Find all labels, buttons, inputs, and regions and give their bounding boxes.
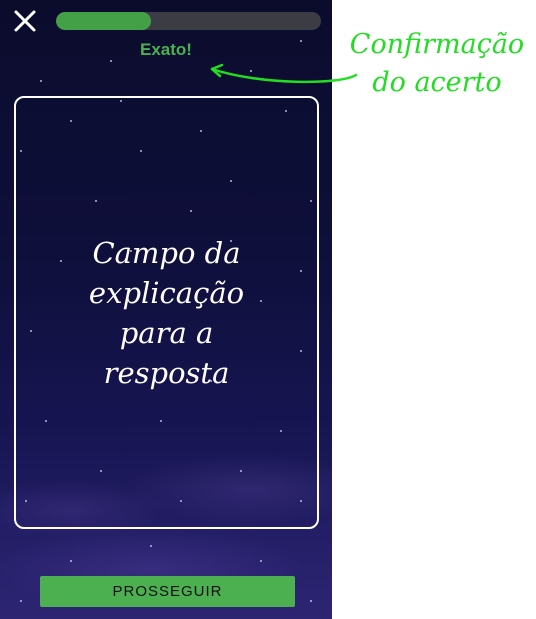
explanation-text: Campo da explicação para a resposta	[88, 235, 245, 390]
curved-arrow-icon	[210, 63, 358, 84]
progress-fill	[56, 12, 152, 30]
star-dot	[40, 80, 42, 82]
annotation-label: Confirmação do acerto	[349, 29, 525, 98]
star-dot	[310, 600, 312, 602]
explanation-card: Campo da explicação para a resposta	[14, 96, 319, 529]
close-icon	[14, 10, 36, 32]
continue-button[interactable]: PROSSEGUIR	[40, 576, 295, 607]
star-dot	[70, 560, 72, 562]
star-dot	[150, 545, 152, 547]
star-dot	[260, 560, 262, 562]
close-button[interactable]	[12, 8, 38, 34]
star-dot	[20, 600, 22, 602]
star-dot	[110, 60, 112, 62]
progress-bar	[56, 12, 321, 30]
